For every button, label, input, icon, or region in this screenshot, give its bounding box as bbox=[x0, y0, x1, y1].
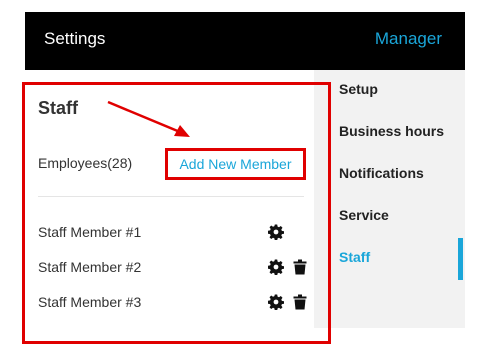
gear-icon[interactable] bbox=[268, 259, 284, 275]
active-indicator bbox=[458, 238, 463, 280]
role-label[interactable]: Manager bbox=[375, 29, 442, 49]
staff-row-1: Staff Member #1 bbox=[38, 224, 308, 244]
sidebar-item-staff[interactable]: Staff bbox=[339, 249, 370, 265]
staff-member-name[interactable]: Staff Member #1 bbox=[38, 224, 141, 240]
staff-row-3: Staff Member #3 bbox=[38, 294, 308, 314]
sidebar-item-service[interactable]: Service bbox=[339, 207, 389, 223]
sidebar-item-notifications[interactable]: Notifications bbox=[339, 165, 424, 181]
gear-icon[interactable] bbox=[268, 294, 284, 310]
trash-icon[interactable] bbox=[293, 259, 307, 275]
staff-row-2: Staff Member #2 bbox=[38, 259, 308, 279]
staff-member-name[interactable]: Staff Member #2 bbox=[38, 259, 141, 275]
staff-panel: Staff Employees(28) Add New Member Staff… bbox=[28, 82, 312, 320]
top-bar: Settings Manager bbox=[25, 12, 465, 70]
page-title: Settings bbox=[44, 29, 106, 48]
staff-member-name[interactable]: Staff Member #3 bbox=[38, 294, 141, 310]
gear-icon[interactable] bbox=[268, 224, 284, 240]
sidebar-item-business-hours[interactable]: Business hours bbox=[339, 123, 444, 139]
sidebar-item-setup[interactable]: Setup bbox=[339, 81, 378, 97]
settings-sidebar: Setup Business hours Notifications Servi… bbox=[314, 70, 465, 328]
trash-icon[interactable] bbox=[293, 294, 307, 310]
staff-panel-title: Staff bbox=[38, 98, 78, 118]
divider bbox=[38, 196, 304, 197]
employees-count: Employees(28) bbox=[38, 155, 133, 171]
add-new-member-button[interactable]: Add New Member bbox=[165, 148, 306, 180]
